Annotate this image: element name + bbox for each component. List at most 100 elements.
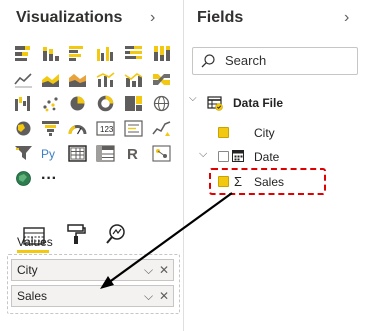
line-stacked-column-visual-button[interactable] xyxy=(124,71,143,88)
funnel-visual-button[interactable] xyxy=(41,120,60,137)
clustered-column-chart-icon xyxy=(97,47,113,61)
ribbon-chart-visual-button[interactable] xyxy=(152,71,171,88)
multi-row-card-icon xyxy=(124,120,143,137)
city-pill-chevron-icon[interactable]: ⌵ xyxy=(144,260,153,280)
svg-text:Py: Py xyxy=(41,147,55,161)
100pct-stacked-bar-visual-button[interactable] xyxy=(124,45,143,62)
visualizations-title: Visualizations xyxy=(16,9,123,26)
pie-chart-visual-button[interactable] xyxy=(68,95,87,112)
calendar-icon xyxy=(232,150,244,162)
sales-pill-label: Sales xyxy=(17,289,48,303)
visualizations-pane: Visualizations › 123 Py R ··· Values City ⌵… xyxy=(0,0,183,331)
active-tab-underline xyxy=(17,250,49,253)
stacked-column-chart-visual-button[interactable] xyxy=(41,45,60,62)
search-icon xyxy=(201,54,215,68)
filled-map-icon xyxy=(16,121,31,136)
analytics-magnifier-icon xyxy=(106,224,125,244)
city-checkbox[interactable] xyxy=(218,127,229,138)
donut-chart-visual-button[interactable] xyxy=(96,95,115,112)
card-visual-button[interactable]: 123 xyxy=(96,120,115,137)
sales-pill-remove-icon[interactable]: ✕ xyxy=(159,286,169,306)
scatter-chart-icon xyxy=(43,97,58,112)
waterfall-chart-icon xyxy=(15,96,30,111)
treemap-visual-button[interactable] xyxy=(124,95,143,112)
arcgis-map-visual-button[interactable] xyxy=(14,170,33,187)
values-well-sales-pill[interactable]: Sales ⌵ ✕ xyxy=(11,285,174,307)
format-paint-roller-icon xyxy=(67,224,86,244)
clustered-bar-chart-visual-button[interactable] xyxy=(68,45,87,62)
100pct-stacked-column-icon xyxy=(154,46,170,61)
arcgis-map-icon xyxy=(16,171,31,186)
analytics-tab[interactable] xyxy=(104,222,128,251)
date-checkbox[interactable] xyxy=(218,151,229,162)
fields-search-box[interactable]: Search xyxy=(192,47,358,75)
city-pill-label: City xyxy=(17,263,38,277)
city-pill-remove-icon[interactable]: ✕ xyxy=(159,260,169,280)
clustered-bar-chart-icon xyxy=(69,46,83,61)
stacked-bar-chart-icon xyxy=(15,46,30,61)
table-icon xyxy=(68,145,87,162)
treemap-icon xyxy=(125,96,142,111)
area-chart-icon xyxy=(42,74,59,87)
collapse-fields-chevron-icon[interactable]: › xyxy=(344,9,349,27)
python-visual-icon: Py xyxy=(41,147,55,161)
r-script-visual-icon: R xyxy=(127,146,138,163)
date-field-label[interactable]: Date xyxy=(254,150,279,164)
filled-map-visual-button[interactable] xyxy=(14,120,33,137)
kpi-visual-button[interactable] xyxy=(152,120,171,137)
stacked-column-chart-icon xyxy=(43,47,59,61)
area-chart-visual-button[interactable] xyxy=(41,71,60,88)
collapse-visualizations-chevron-icon[interactable]: › xyxy=(150,9,155,27)
r-script-visual-visual-button[interactable]: R xyxy=(124,145,143,163)
sales-pill-chevron-icon[interactable]: ⌵ xyxy=(144,286,153,306)
funnel-icon xyxy=(42,121,59,136)
waterfall-chart-visual-button[interactable] xyxy=(14,95,33,112)
scatter-chart-visual-button[interactable] xyxy=(41,95,60,112)
matrix-visual-button[interactable] xyxy=(96,145,115,162)
fields-title: Fields xyxy=(197,9,244,26)
more-visuals-icon: ··· xyxy=(41,170,57,187)
slicer-icon xyxy=(15,146,32,160)
matrix-icon xyxy=(96,145,115,162)
table-with-check-icon xyxy=(207,96,223,111)
svg-text:123: 123 xyxy=(100,125,114,134)
stacked-area-chart-visual-button[interactable] xyxy=(68,71,87,88)
table-visual-button[interactable] xyxy=(68,145,87,162)
line-clustered-column-icon xyxy=(96,72,115,87)
map-visual-button[interactable] xyxy=(152,95,171,112)
ribbon-chart-icon xyxy=(153,74,170,85)
line-chart-icon xyxy=(14,73,32,88)
format-tab[interactable] xyxy=(64,222,88,251)
city-field-label[interactable]: City xyxy=(254,126,275,140)
data-file-expand-chevron-icon[interactable]: ⌵ xyxy=(189,93,197,104)
data-file-table-name[interactable]: Data File xyxy=(233,96,283,110)
gauge-visual-button[interactable] xyxy=(68,120,87,137)
values-well-city-pill[interactable]: City ⌵ ✕ xyxy=(11,259,174,281)
python-visual-visual-button[interactable]: Py xyxy=(41,145,60,162)
sales-field-label[interactable]: Sales xyxy=(254,175,284,189)
svg-text:R: R xyxy=(127,146,138,162)
line-stacked-column-icon xyxy=(124,73,143,87)
key-influencers-visual-button[interactable] xyxy=(152,145,171,162)
stacked-area-chart-icon xyxy=(69,74,86,87)
line-chart-visual-button[interactable] xyxy=(14,71,33,88)
slicer-visual-button[interactable] xyxy=(14,145,33,162)
more-visuals-visual-button[interactable]: ··· xyxy=(41,170,60,187)
pie-chart-icon xyxy=(70,96,85,111)
kpi-icon xyxy=(152,121,171,136)
search-placeholder: Search xyxy=(225,53,267,68)
date-expand-chevron-icon[interactable]: ⌵ xyxy=(199,148,207,161)
sigma-measure-icon: Σ xyxy=(234,174,243,189)
stacked-bar-chart-visual-button[interactable] xyxy=(14,45,33,62)
values-well-label: Values xyxy=(17,235,53,249)
clustered-column-chart-visual-button[interactable] xyxy=(96,45,115,62)
key-influencers-icon xyxy=(152,145,171,162)
100pct-stacked-column-visual-button[interactable] xyxy=(152,45,171,62)
card-icon: 123 xyxy=(96,121,115,136)
donut-chart-icon xyxy=(97,95,114,112)
line-clustered-column-visual-button[interactable] xyxy=(96,71,115,88)
map-icon xyxy=(153,95,170,112)
multi-row-card-visual-button[interactable] xyxy=(124,120,143,137)
gauge-icon xyxy=(68,125,87,135)
sales-checkbox[interactable] xyxy=(218,176,229,187)
